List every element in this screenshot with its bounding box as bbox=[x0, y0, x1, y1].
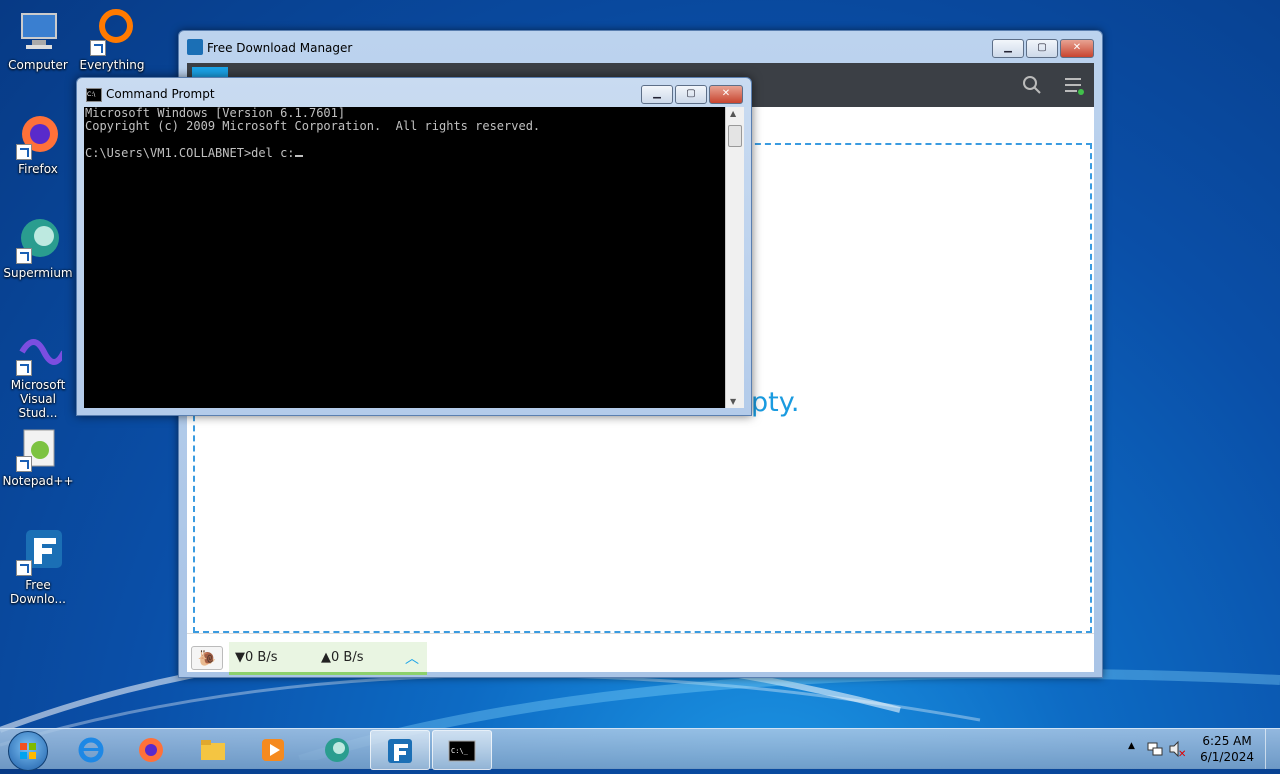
system-tray: ▲ ✕ 6:25 AM 6/1/2024 bbox=[1120, 729, 1280, 769]
supermium-icon bbox=[14, 216, 62, 264]
command-prompt-window[interactable]: C:\ Command Prompt ▁ ▢ ✕ Microsoft Windo… bbox=[76, 77, 752, 416]
firefox-icon bbox=[139, 738, 163, 762]
taskbar-firefox[interactable] bbox=[122, 730, 180, 768]
firefox-icon bbox=[14, 112, 62, 160]
add-download-button[interactable] bbox=[192, 67, 228, 77]
fdm-title-icon bbox=[187, 39, 203, 55]
text-cursor bbox=[294, 145, 303, 157]
svg-text:✕: ✕ bbox=[1178, 749, 1186, 758]
desktop-icon-everything[interactable]: Everything bbox=[74, 8, 150, 72]
maximize-button[interactable]: ▢ bbox=[1026, 39, 1058, 58]
clock-date: 6/1/2024 bbox=[1200, 750, 1254, 764]
shortcut-arrow-icon bbox=[16, 560, 32, 576]
clock-time: 6:25 AM bbox=[1202, 734, 1252, 748]
desktop-icon-firefox[interactable]: Firefox bbox=[0, 112, 76, 176]
download-speed: ▼0 B/s bbox=[235, 650, 278, 665]
fdm-window-title: Free Download Manager bbox=[207, 41, 353, 55]
desktop-icon-free-download-manager[interactable]: Free Downlo... bbox=[0, 528, 76, 606]
minimize-button[interactable]: ▁ bbox=[992, 39, 1024, 58]
close-button[interactable]: ✕ bbox=[1060, 39, 1094, 58]
supermium-icon bbox=[325, 738, 349, 762]
desktop-icon-supermium[interactable]: Supermium bbox=[0, 216, 76, 280]
desktop-icon-visual-studio[interactable]: Microsoft Visual Stud... bbox=[0, 328, 76, 420]
shortcut-arrow-icon bbox=[16, 144, 32, 160]
cmd-title-icon: C:\ bbox=[86, 88, 102, 102]
svg-text:C:\_: C:\_ bbox=[451, 747, 469, 755]
shortcut-arrow-icon bbox=[90, 40, 106, 56]
minimize-button[interactable]: ▁ bbox=[641, 85, 673, 104]
file-explorer-icon bbox=[201, 740, 225, 760]
command-prompt-icon: C:\_ bbox=[448, 740, 476, 762]
clock[interactable]: 6:25 AM 6/1/2024 bbox=[1200, 733, 1254, 765]
taskbar-media-player[interactable] bbox=[244, 730, 302, 768]
desktop-icon-label: Free Downlo... bbox=[10, 578, 66, 606]
upload-speed: ▲0 B/s bbox=[321, 650, 364, 665]
media-player-icon bbox=[262, 739, 284, 761]
shortcut-arrow-icon bbox=[16, 456, 32, 472]
show-desktop-button[interactable] bbox=[1265, 729, 1280, 769]
vertical-scrollbar[interactable]: ▲ ▼ bbox=[725, 107, 744, 408]
windows-logo-icon bbox=[20, 743, 36, 759]
scroll-down-arrow-icon[interactable]: ▼ bbox=[730, 397, 736, 406]
desktop-icon-label: Microsoft Visual Stud... bbox=[10, 378, 66, 420]
taskbar-internet-explorer[interactable] bbox=[62, 730, 120, 768]
taskbar-command-prompt[interactable]: C:\_ bbox=[432, 730, 492, 770]
console-prompt-line: C:\Users\VM1.COLLABNET>del c: bbox=[85, 145, 726, 160]
taskbar-supermium[interactable] bbox=[308, 730, 366, 768]
chevron-up-icon[interactable]: ︿ bbox=[405, 648, 419, 668]
empty-list-text: pty. bbox=[751, 387, 800, 418]
desktop-icon-notepadpp[interactable]: Notepad++ bbox=[0, 424, 76, 488]
shortcut-arrow-icon bbox=[16, 360, 32, 376]
snail-mode-icon[interactable]: 🐌 bbox=[191, 646, 223, 670]
computer-icon bbox=[14, 8, 62, 56]
taskbar-free-download-manager[interactable] bbox=[370, 730, 430, 770]
desktop-icon-label: Firefox bbox=[18, 162, 58, 176]
everything-icon bbox=[88, 8, 136, 56]
console-line: Copyright (c) 2009 Microsoft Corporation… bbox=[85, 118, 541, 133]
console-prompt: C:\Users\VM1.COLLABNET>del c: bbox=[85, 145, 295, 160]
scrollbar-thumb[interactable] bbox=[728, 125, 742, 147]
network-icon[interactable] bbox=[1146, 740, 1164, 758]
desktop-icon-computer[interactable]: Computer bbox=[0, 8, 76, 72]
show-hidden-icons-icon[interactable]: ▲ bbox=[1128, 741, 1135, 751]
start-button[interactable] bbox=[8, 731, 48, 771]
scroll-up-arrow-icon[interactable]: ▲ bbox=[730, 109, 736, 118]
volume-muted-icon[interactable]: ✕ bbox=[1168, 740, 1186, 758]
internet-explorer-icon bbox=[78, 737, 104, 763]
desktop-icon-label: Computer bbox=[8, 58, 68, 72]
free-download-manager-icon bbox=[14, 528, 62, 576]
cmd-window-title: Command Prompt bbox=[106, 87, 215, 101]
menu-icon[interactable] bbox=[1064, 75, 1084, 95]
notepadpp-icon bbox=[14, 424, 62, 472]
speed-panel[interactable]: ▼0 B/s ▲0 B/s ︿ bbox=[229, 642, 427, 675]
free-download-manager-icon bbox=[388, 739, 412, 763]
desktop-icon-label: Notepad++ bbox=[2, 474, 74, 488]
close-button[interactable]: ✕ bbox=[709, 85, 743, 104]
maximize-button[interactable]: ▢ bbox=[675, 85, 707, 104]
shortcut-arrow-icon bbox=[16, 248, 32, 264]
taskbar-file-explorer[interactable] bbox=[184, 730, 242, 768]
desktop-icon-label: Everything bbox=[79, 58, 145, 72]
search-icon[interactable] bbox=[1022, 75, 1042, 95]
visual-studio-icon bbox=[14, 328, 67, 376]
taskbar: C:\_ ▲ ✕ 6:25 AM 6/1/2024 bbox=[0, 728, 1280, 771]
desktop-icon-label: Supermium bbox=[3, 266, 73, 280]
fdm-status-bar: 🐌 ▼0 B/s ▲0 B/s ︿ bbox=[187, 633, 1094, 675]
console-line: Microsoft Windows [Version 6.1.7601] bbox=[85, 106, 346, 120]
console-output[interactable]: Microsoft Windows [Version 6.1.7601] Copy… bbox=[84, 107, 727, 408]
